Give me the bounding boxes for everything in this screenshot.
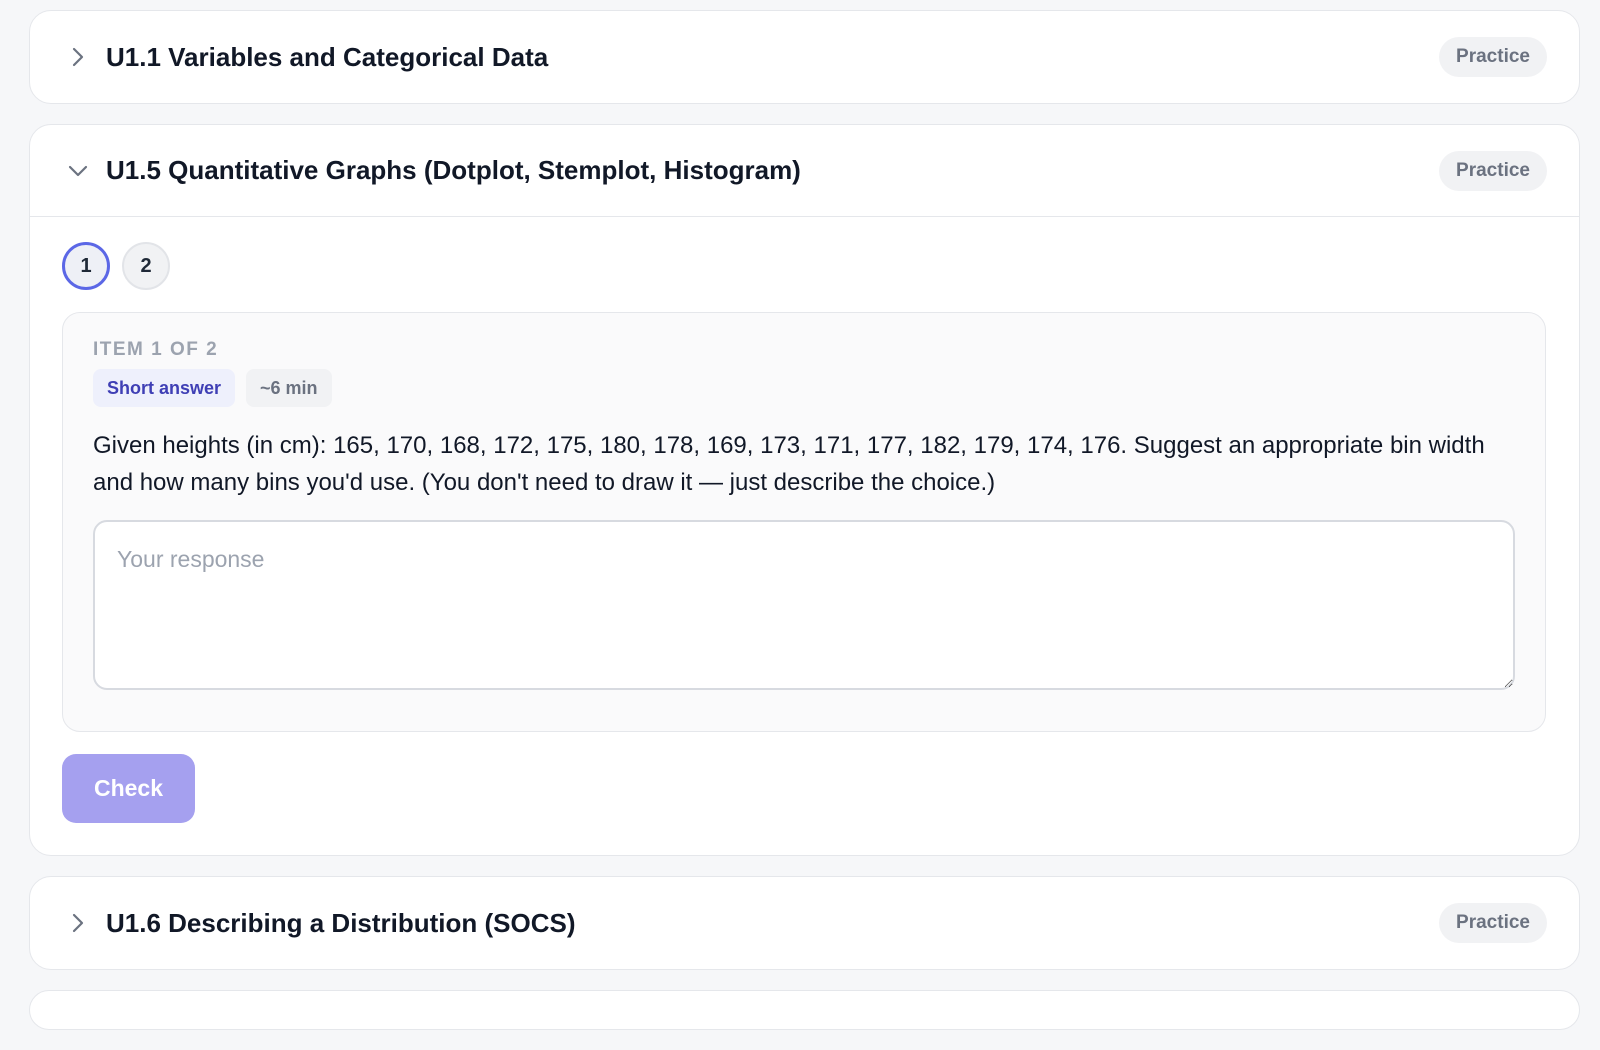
item-stepper: 1 2 [62, 242, 1546, 290]
chevron-right-icon [63, 42, 93, 72]
section-title: U1.5 Quantitative Graphs (Dotplot, Stemp… [106, 155, 801, 185]
time-estimate-tag: ~6 min [246, 369, 332, 407]
item-counter-label: ITEM 1 OF 2 [93, 339, 219, 360]
item-panel: ITEM 1 OF 2 Short answer ~6 min Given he… [62, 312, 1546, 732]
section-header-u1-1[interactable]: U1.1 Variables and Categorical Data Prac… [30, 11, 1579, 103]
practice-section-list: U1.1 Variables and Categorical Data Prac… [29, 10, 1580, 1050]
question-prompt: Given heights (in cm): 165, 170, 168, 17… [93, 432, 1485, 496]
item-tags: Short answer ~6 min [93, 369, 1515, 407]
chevron-down-icon [63, 156, 93, 186]
practice-badge: Practice [1439, 37, 1547, 77]
step-1-button[interactable]: 1 [62, 242, 110, 290]
section-title: U1.1 Variables and Categorical Data [106, 41, 549, 72]
question-type-tag: Short answer [93, 369, 236, 407]
practice-badge: Practice [1439, 150, 1547, 191]
section-card-u1-1: U1.1 Variables and Categorical Data Prac… [29, 10, 1580, 104]
practice-badge: Practice [1439, 903, 1547, 943]
response-textarea[interactable] [93, 520, 1515, 690]
chevron-right-icon [63, 908, 93, 938]
section-header-u1-6[interactable]: U1.6 Describing a Distribution (SOCS) Pr… [30, 877, 1579, 969]
section-card-u1-5: U1.5 Quantitative Graphs (Dotplot, Stemp… [29, 124, 1580, 856]
section-card-u1-6: U1.6 Describing a Distribution (SOCS) Pr… [29, 876, 1580, 970]
section-header-u1-5[interactable]: U1.5 Quantitative Graphs (Dotplot, Stemp… [30, 125, 1579, 217]
check-button[interactable]: Check [62, 754, 195, 823]
section-title: U1.6 Describing a Distribution (SOCS) [106, 907, 576, 938]
step-2-button[interactable]: 2 [122, 242, 170, 290]
section-card-next[interactable] [29, 990, 1580, 1030]
section-body: 1 2 ITEM 1 OF 2 Short answer ~6 min Give… [30, 217, 1579, 855]
